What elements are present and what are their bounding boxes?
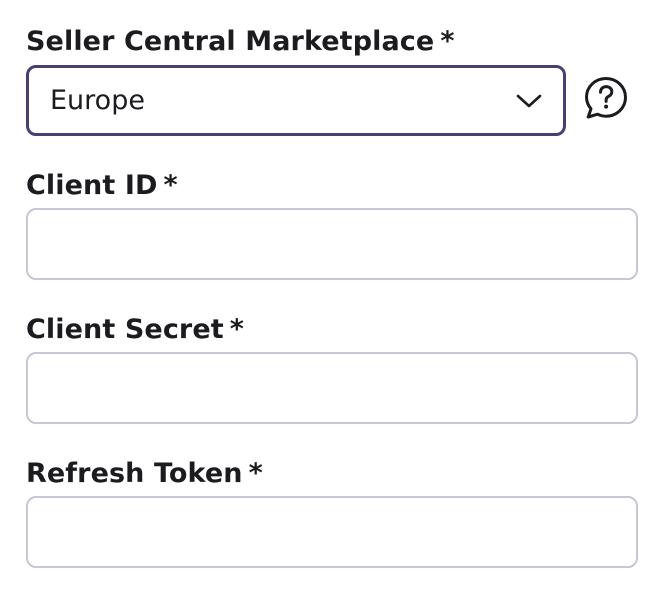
required-marker: *	[229, 314, 244, 345]
client-id-input[interactable]	[26, 208, 638, 280]
required-marker: *	[440, 26, 455, 57]
client-id-label-text: Client ID	[26, 170, 158, 201]
client-secret-input[interactable]	[26, 352, 638, 424]
marketplace-label: Seller Central Marketplace *	[26, 26, 455, 57]
marketplace-selected-value: Europe	[50, 85, 145, 116]
refresh-token-label-text: Refresh Token	[26, 458, 243, 489]
marketplace-label-text: Seller Central Marketplace	[26, 26, 435, 57]
refresh-token-label: Refresh Token *	[26, 458, 263, 489]
required-marker: *	[248, 458, 263, 489]
required-marker: *	[163, 170, 178, 201]
client-secret-label-text: Client Secret	[26, 314, 224, 345]
refresh-token-input[interactable]	[26, 496, 638, 568]
chevron-down-icon	[515, 92, 543, 110]
api-credentials-form: Seller Central Marketplace * Europe Clien…	[0, 0, 672, 600]
client-id-label: Client ID *	[26, 170, 178, 201]
client-secret-label: Client Secret *	[26, 314, 244, 345]
help-chat-question-icon[interactable]	[583, 75, 629, 121]
marketplace-select[interactable]: Europe	[26, 65, 566, 136]
